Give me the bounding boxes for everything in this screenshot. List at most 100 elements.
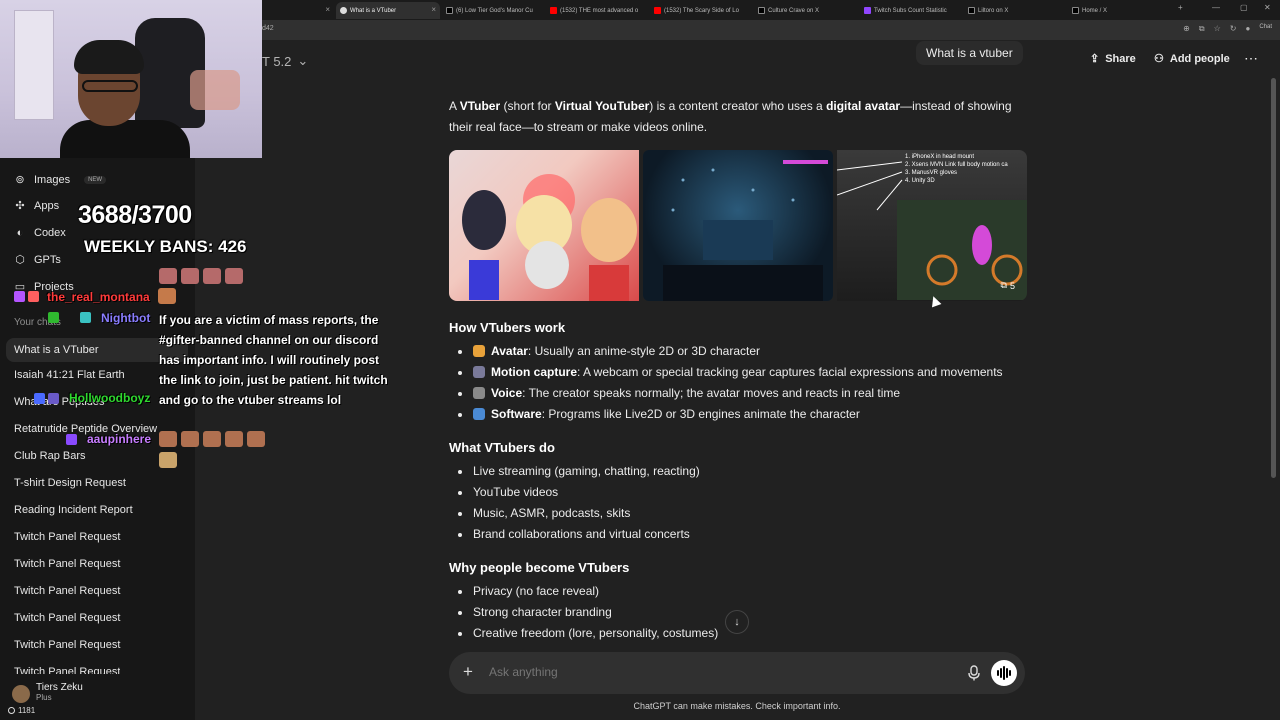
extensions-icon[interactable]: ⧉ <box>1199 24 1205 34</box>
youtube-favicon-icon <box>550 7 557 14</box>
youtube-favicon-icon <box>654 7 661 14</box>
maximize-icon[interactable]: ▢ <box>1240 3 1248 12</box>
sidebar-item-apps[interactable]: ✣ Apps <box>14 200 59 212</box>
section-heading: How VTubers work <box>449 320 566 335</box>
section-heading: What VTubers do <box>449 440 555 455</box>
sidebar-item-codex[interactable]: ◐ Codex <box>14 227 66 239</box>
chat-username: Hollwoodboyz <box>69 391 151 405</box>
chat-item[interactable]: Twitch Panel Request <box>14 612 120 624</box>
intro-bold: VTuber <box>459 99 501 113</box>
user-account[interactable]: Tiers Zeku Plus <box>12 682 83 703</box>
close-tab-icon[interactable]: × <box>431 5 436 14</box>
more-images-count[interactable]: ⧉ 5 <box>1001 280 1015 291</box>
gallery-icon: ⧉ <box>1000 280 1007 290</box>
new-badge: NEW <box>84 176 107 184</box>
browser-tab[interactable]: (6) Low Tier God's Manor Cu <box>442 2 542 19</box>
chat-item[interactable]: Twitch Panel Request <box>14 666 120 674</box>
new-tab-icon[interactable]: + <box>1178 3 1183 12</box>
close-tab-icon[interactable]: × <box>325 5 330 14</box>
x-favicon-icon <box>968 7 975 14</box>
sidebar-item-label: Images <box>34 174 71 186</box>
section-heading: Why people become VTubers <box>449 560 630 575</box>
chat-username: aaupinhere <box>87 432 152 446</box>
sidebar-item-label: Apps <box>34 200 60 212</box>
browser-tab[interactable]: (1532) THE most advanced o <box>546 2 646 19</box>
streaming-setup-image[interactable] <box>643 150 833 301</box>
browser-tab-active[interactable]: What is a VTuber × <box>336 2 440 19</box>
browser-tab[interactable]: Twitch Subs Count Statistic <box>860 2 960 19</box>
chat-emote <box>159 431 177 447</box>
voice-mode-button[interactable] <box>991 660 1017 686</box>
browser-tab[interactable]: × <box>262 2 334 19</box>
share-button[interactable]: ⇪ Share <box>1090 52 1136 66</box>
image-gallery: 1. iPhoneX in head mount 2. Xsens MVN Li… <box>449 150 1027 301</box>
close-window-icon[interactable]: ✕ <box>1264 3 1271 12</box>
prompt-input[interactable] <box>489 665 929 679</box>
chat-item[interactable]: Isaiah 41:21 Flat Earth <box>14 369 125 381</box>
browser-tab[interactable]: Home / X <box>1068 2 1168 19</box>
vtuber-avatars-image[interactable] <box>449 150 639 301</box>
webcam-streamer-body <box>60 120 190 158</box>
browser-tab[interactable]: Liltoro on X <box>964 2 1064 19</box>
scroll-to-bottom-button[interactable]: ↓ <box>725 610 749 634</box>
chat-item[interactable]: T-shirt Design Request <box>14 477 126 489</box>
add-people-button[interactable]: ⚇ Add people <box>1154 52 1230 66</box>
x-favicon-icon <box>758 7 765 14</box>
tab-label: (6) Low Tier God's Manor Cu <box>456 7 533 14</box>
microphone-icon[interactable] <box>967 665 981 681</box>
chat-item[interactable]: Twitch Panel Request <box>14 558 120 570</box>
chatgpt-favicon-icon <box>340 7 347 14</box>
mod-badge-icon <box>48 312 59 323</box>
add-person-icon: ⚇ <box>1154 53 1164 65</box>
webcam-streamer-hair <box>74 40 144 74</box>
list-item: Strong character branding <box>458 605 612 619</box>
browser-tab[interactable]: Culture Crave on X <box>754 2 854 19</box>
browser-tab[interactable]: (1532) The Scary Side of Lo <box>650 2 750 19</box>
disclaimer-text: ChatGPT can make mistakes. Check importa… <box>633 701 841 711</box>
scrollbar[interactable] <box>1271 78 1276 478</box>
tab-label: What is a VTuber <box>350 7 397 14</box>
viewer-count-value: 1181 <box>18 706 36 715</box>
list-item-text: : Programs like Live2D or 3D engines ani… <box>541 407 860 421</box>
sidebar-item-images[interactable]: ⊚ Images NEW <box>14 174 107 186</box>
computer-icon <box>473 408 485 420</box>
model-selector[interactable]: T 5.2 ⌄ <box>262 53 308 69</box>
chat-item[interactable]: Club Rap Bars <box>14 450 86 462</box>
star-icon[interactable]: ☆ <box>1214 24 1221 34</box>
profile-icon[interactable]: ● <box>1245 24 1250 34</box>
chat-item[interactable]: Reading Incident Report <box>14 504 133 516</box>
webcam-background-object <box>190 70 240 110</box>
chat-emote <box>225 431 243 447</box>
apps-icon: ✣ <box>15 200 25 212</box>
webcam-background-door <box>14 10 54 120</box>
image-caption-line: 2. Xsens MVN Link full body motion ca <box>905 162 1008 168</box>
video-camera-icon <box>473 366 485 378</box>
motion-capture-image[interactable]: 1. iPhoneX in head mount 2. Xsens MVN Li… <box>837 150 1027 301</box>
more-options-icon[interactable]: ⋯ <box>1244 50 1258 67</box>
sidebar-item-gpts[interactable]: ⬡ GPTs <box>14 254 61 266</box>
list-item: YouTube videos <box>457 485 559 499</box>
list-item-term: Avatar <box>491 344 528 358</box>
list-item: Software: Programs like Live2D or 3D eng… <box>458 407 860 421</box>
list-item-term: Software <box>491 407 542 421</box>
chat-item[interactable]: Twitch Panel Request <box>14 639 120 651</box>
chat-username: Nightbot <box>101 311 151 325</box>
plus-icon[interactable]: + <box>463 662 473 682</box>
assistant-message: A VTuber (short for Virtual YouTuber) is… <box>449 96 1029 640</box>
intro-text: (short for <box>500 99 555 113</box>
user-name: Tiers Zeku <box>36 682 83 693</box>
address-url[interactable]: d42 <box>262 25 274 32</box>
list-item: Brand collaborations and virtual concert… <box>458 527 690 541</box>
avatar <box>12 685 30 703</box>
chat-extension-label[interactable]: Chat <box>1259 24 1272 34</box>
voice-wave-bar <box>997 670 999 676</box>
refresh-icon[interactable]: ↻ <box>1230 24 1237 34</box>
tab-label: Twitch Subs Count Statistic <box>874 7 947 14</box>
zoom-icon[interactable]: ⊕ <box>1183 24 1190 34</box>
chat-item[interactable]: Twitch Panel Request <box>14 585 120 597</box>
chat-item[interactable]: Twitch Panel Request <box>14 531 120 543</box>
voice-wave-bar <box>1000 668 1002 678</box>
minimize-icon[interactable]: — <box>1212 3 1220 12</box>
list-item-term: Voice <box>491 386 523 400</box>
model-name: T 5.2 <box>262 53 292 69</box>
